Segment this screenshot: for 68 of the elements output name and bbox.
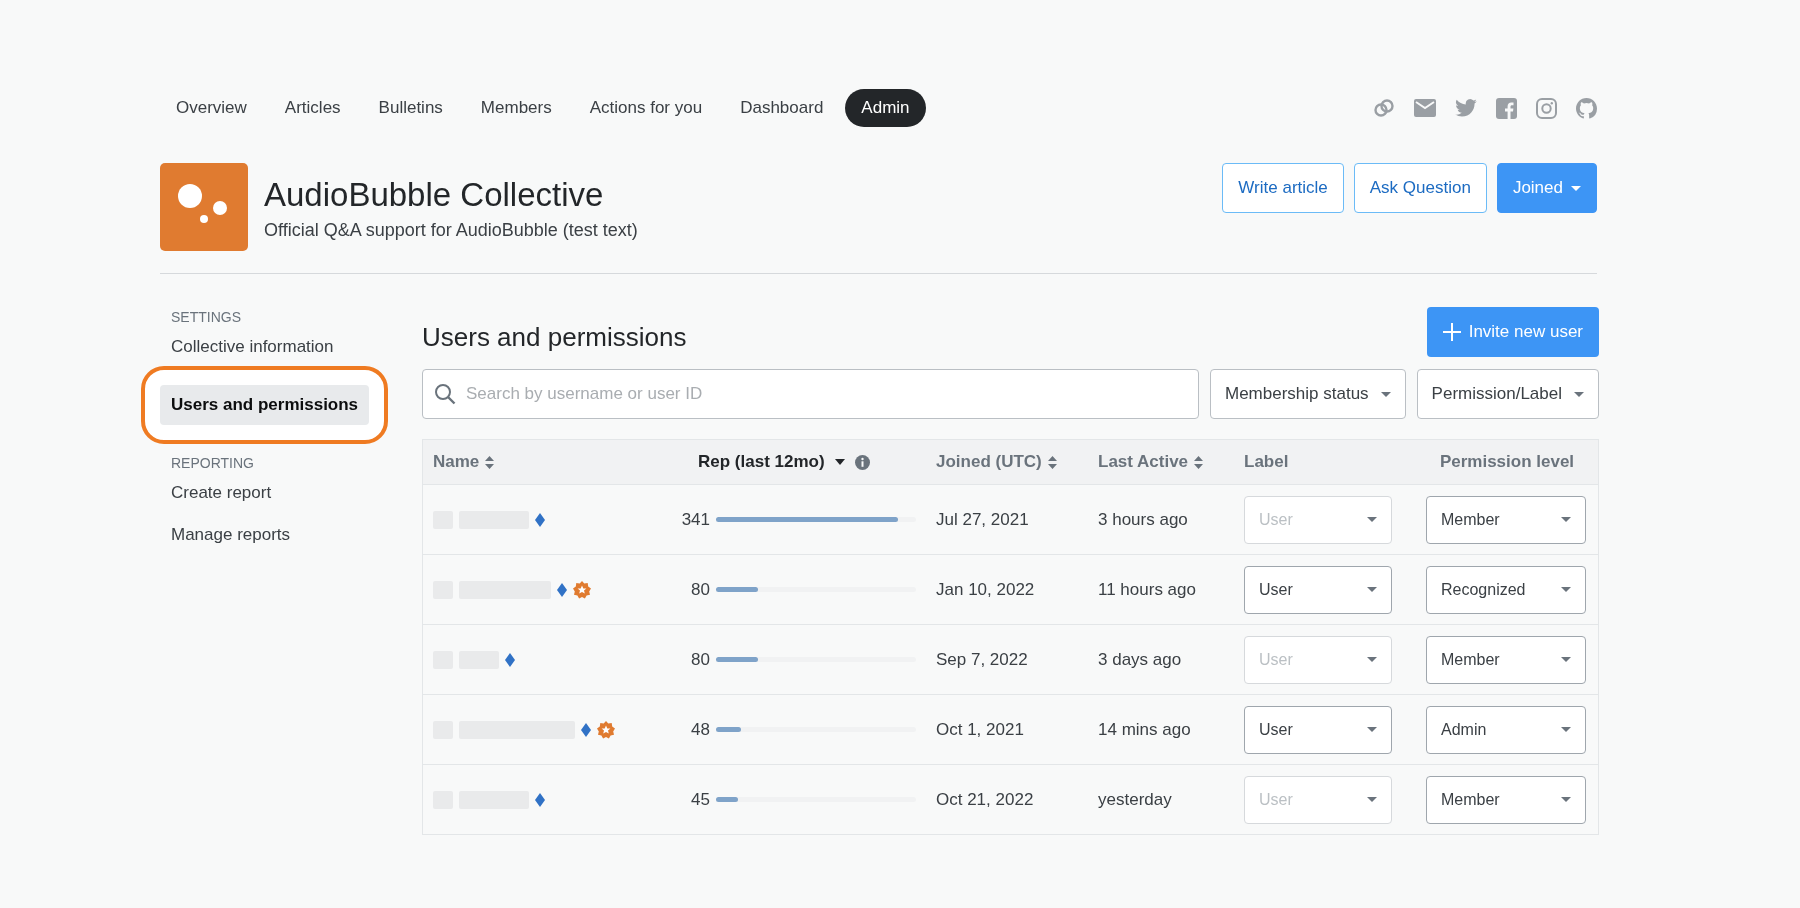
collective-title: AudioBubble Collective bbox=[264, 174, 605, 215]
sort-icon[interactable] bbox=[485, 455, 495, 469]
rep-value: 80 bbox=[690, 579, 710, 600]
search-field[interactable]: Search by username or user ID bbox=[422, 369, 1199, 419]
permission-dropdown[interactable]: Member bbox=[1426, 495, 1586, 544]
permission-dropdown[interactable]: Recognized bbox=[1426, 565, 1586, 614]
page-heading: Users and permissions bbox=[422, 322, 687, 354]
mail-icon[interactable] bbox=[1414, 99, 1436, 117]
ask-question-button[interactable]: Ask Question bbox=[1353, 163, 1487, 213]
diamond-icon bbox=[535, 792, 545, 807]
permission-dropdown[interactable]: Member bbox=[1426, 775, 1586, 824]
collective-description: Official Q&A support for AudioBubble (test text) bbox=[264, 219, 639, 241]
write-article-button[interactable]: Write article bbox=[1222, 163, 1344, 213]
info-icon[interactable] bbox=[854, 454, 870, 470]
last-active: yesterday bbox=[1098, 789, 1172, 810]
joined-date: Oct 21, 2022 bbox=[936, 789, 1034, 810]
diamond-icon bbox=[505, 652, 515, 667]
joined-date: Jan 10, 2022 bbox=[936, 579, 1035, 600]
nav-tab[interactable]: Actions for you bbox=[573, 89, 719, 127]
nav-tab[interactable]: Articles bbox=[268, 89, 357, 127]
joined-date: Oct 1, 2021 bbox=[936, 719, 1024, 740]
column-header[interactable]: Name bbox=[433, 452, 480, 472]
bird-icon[interactable] bbox=[1455, 99, 1477, 117]
rep-value: 45 bbox=[690, 789, 710, 810]
rep-value: 48 bbox=[690, 719, 710, 740]
logo-icon bbox=[160, 163, 248, 251]
diamond-icon bbox=[535, 512, 545, 527]
sidebar-item[interactable]: Collective information bbox=[160, 327, 345, 367]
cat-icon[interactable] bbox=[1576, 97, 1597, 119]
camera-icon[interactable] bbox=[1536, 97, 1557, 119]
nav-tab[interactable]: Bulletins bbox=[362, 89, 459, 127]
rep-value: 341 bbox=[680, 509, 710, 530]
permission-dropdown[interactable]: Member bbox=[1426, 635, 1586, 684]
column-header: Label bbox=[1244, 452, 1289, 472]
rep-value: 80 bbox=[690, 649, 710, 670]
nav-tab[interactable]: Admin bbox=[845, 89, 926, 127]
label-dropdown[interactable]: User bbox=[1244, 705, 1392, 754]
column-header[interactable]: Rep (last 12mo) bbox=[698, 452, 825, 472]
sidebar-item[interactable]: Manage reports bbox=[160, 515, 302, 555]
column-header: Permission level bbox=[1439, 452, 1575, 472]
link-icon[interactable] bbox=[1373, 97, 1395, 119]
joined-date: Jul 27, 2021 bbox=[936, 509, 1029, 530]
joined-date: Sep 7, 2022 bbox=[936, 649, 1028, 670]
permission-dropdown[interactable]: Admin bbox=[1426, 705, 1586, 754]
diamond-icon bbox=[557, 582, 567, 597]
filter-dropdown[interactable]: Membership status bbox=[1209, 369, 1406, 419]
column-header[interactable]: Last Active bbox=[1098, 452, 1189, 472]
last-active: 3 hours ago bbox=[1098, 509, 1188, 530]
sidebar-heading: SETTINGS bbox=[170, 309, 241, 325]
label-dropdown: User bbox=[1244, 775, 1392, 824]
column-header[interactable]: Joined (UTC) bbox=[936, 452, 1042, 472]
f-square-icon[interactable] bbox=[1496, 97, 1517, 119]
sidebar-item[interactable]: Create report bbox=[160, 473, 283, 513]
sort-icon[interactable] bbox=[1194, 455, 1204, 469]
last-active: 11 hours ago bbox=[1098, 579, 1196, 600]
label-dropdown: User bbox=[1244, 495, 1392, 544]
sort-icon[interactable] bbox=[1047, 455, 1057, 469]
nav-tab[interactable]: Dashboard bbox=[724, 89, 840, 127]
diamond-icon bbox=[581, 722, 591, 737]
label-dropdown: User bbox=[1244, 635, 1392, 684]
last-active: 3 days ago bbox=[1098, 649, 1182, 670]
nav-tab[interactable]: Overview bbox=[160, 89, 263, 127]
label-dropdown[interactable]: User bbox=[1244, 565, 1392, 614]
sidebar-heading: REPORTING bbox=[170, 455, 254, 471]
last-active: 14 mins ago bbox=[1098, 719, 1191, 740]
sort-descending-icon[interactable] bbox=[834, 459, 845, 465]
nav-tab[interactable]: Members bbox=[464, 89, 568, 127]
filter-dropdown[interactable]: Permission/Label bbox=[1416, 369, 1599, 419]
